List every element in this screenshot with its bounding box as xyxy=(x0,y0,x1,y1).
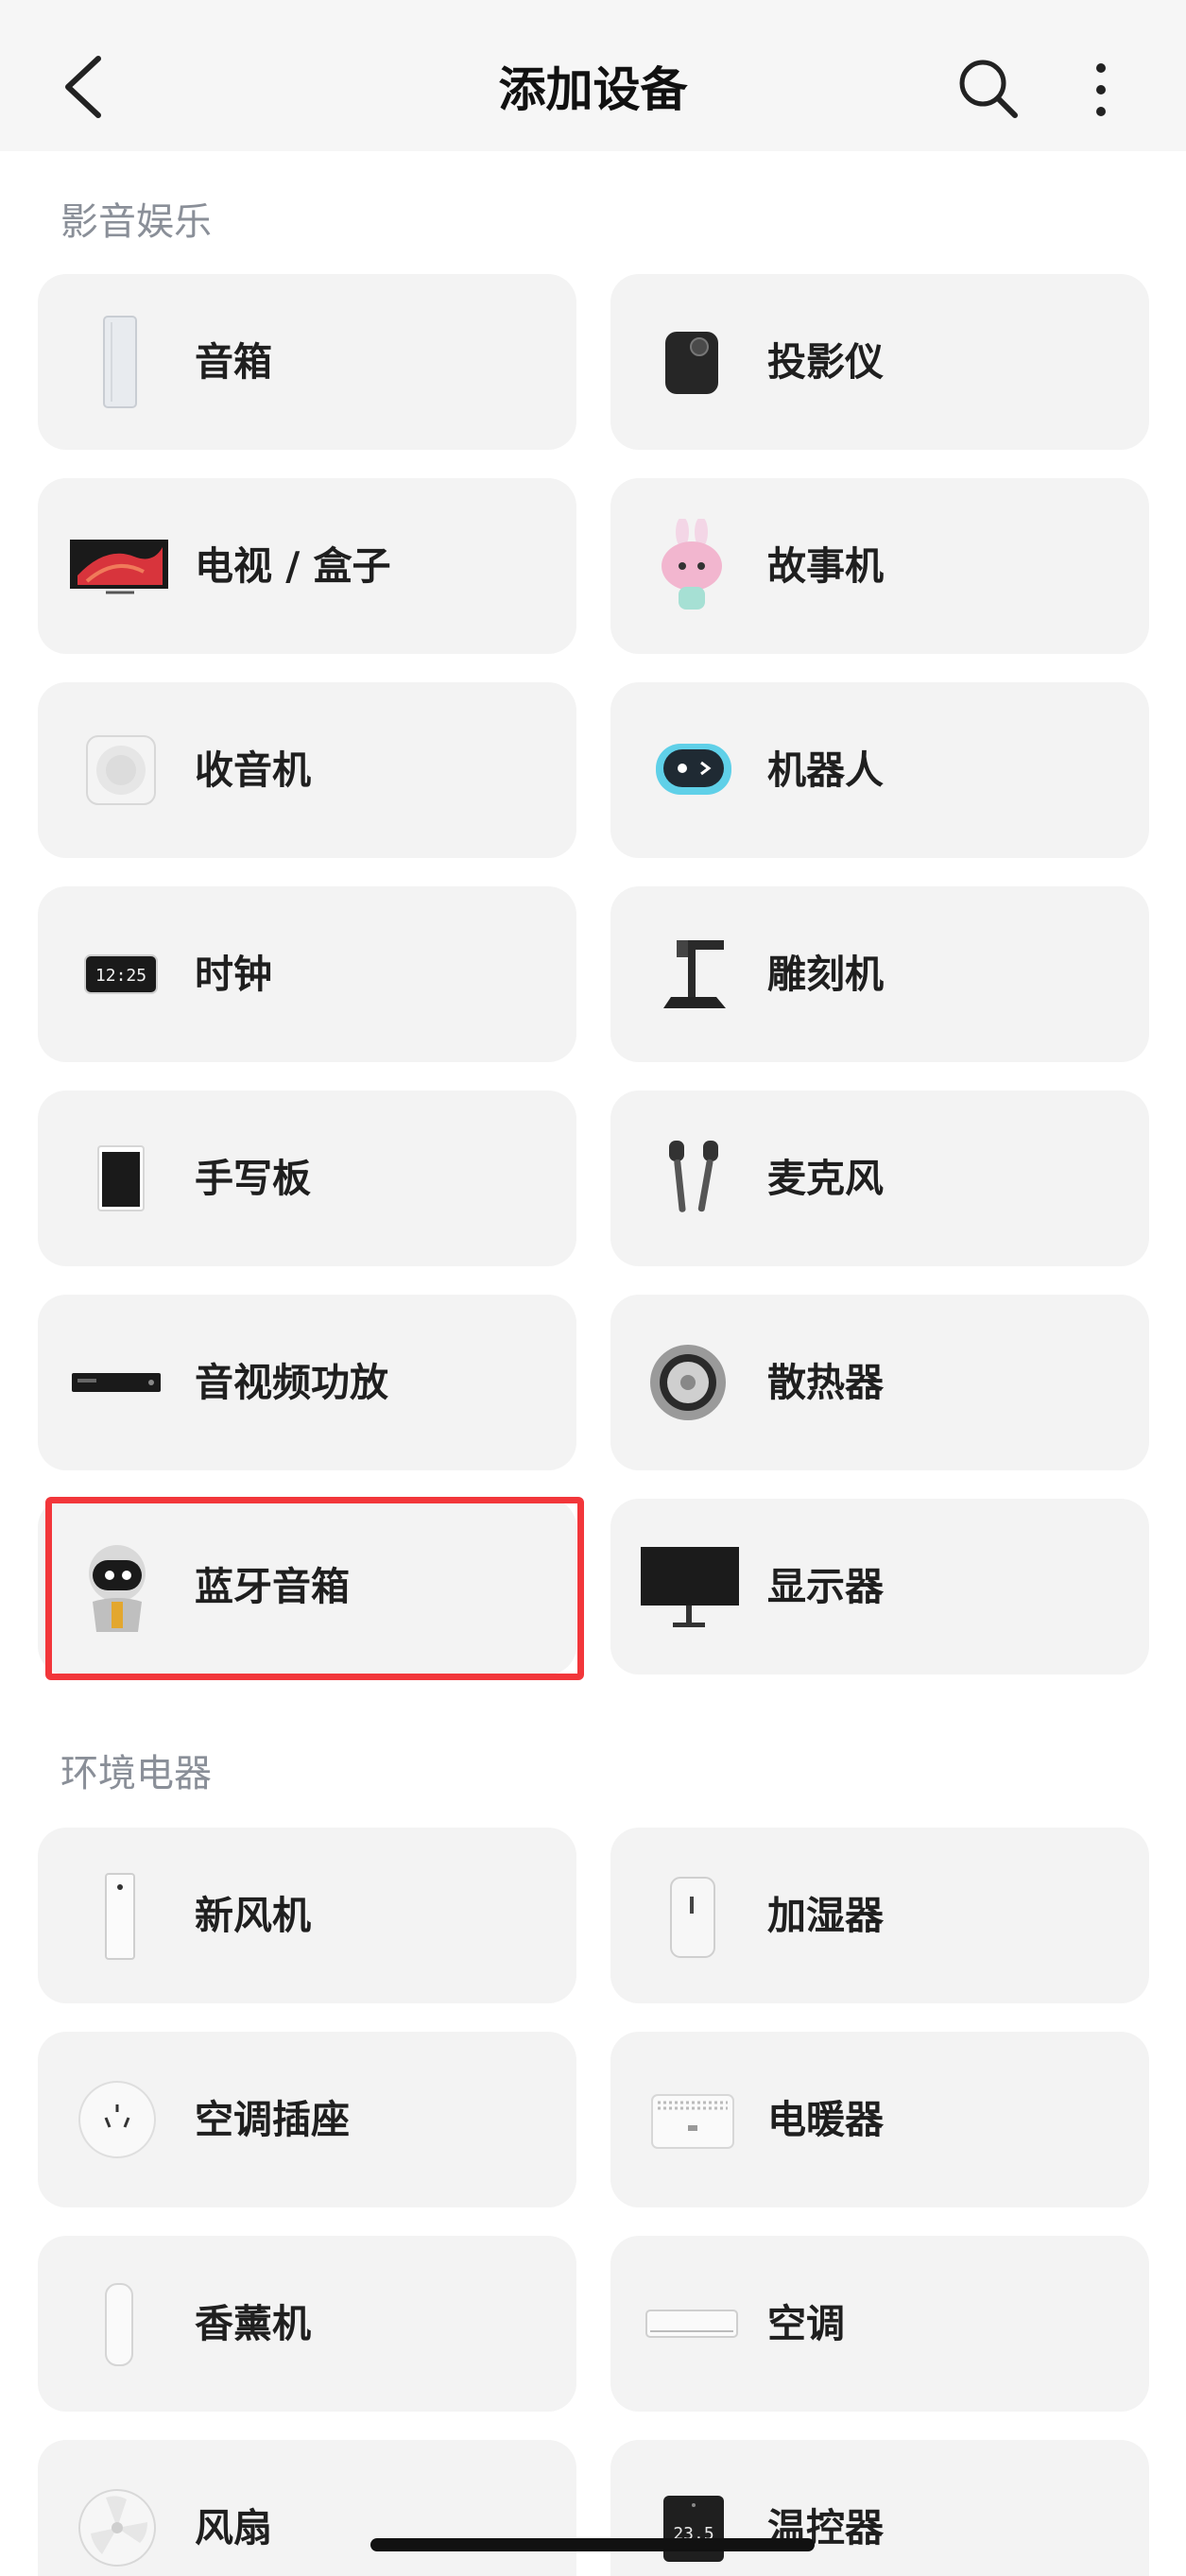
robot-icon xyxy=(656,744,731,795)
device-card-clock[interactable]: 12:25 时钟 xyxy=(38,886,576,1062)
humidifier-icon xyxy=(670,1877,715,1958)
device-card-projector[interactable]: 投影仪 xyxy=(610,274,1149,450)
device-card-heater[interactable]: 电暖器 xyxy=(610,2032,1149,2207)
microphone-icon xyxy=(669,1141,718,1212)
device-label: 音视频功放 xyxy=(195,1360,388,1405)
device-card-thermostat[interactable]: 23.5 温控器 xyxy=(610,2440,1149,2576)
section-title-environment-appliances: 环境电器 xyxy=(60,1752,212,1795)
device-label: 显示器 xyxy=(767,1564,884,1609)
fresh-air-icon xyxy=(105,1873,135,1960)
writing-tablet-icon xyxy=(97,1145,145,1211)
device-card-tv[interactable]: 电视 / 盒子 xyxy=(38,478,576,654)
device-label: 时钟 xyxy=(195,952,272,997)
device-label: 空调插座 xyxy=(195,2097,350,2142)
device-label: 电视 / 盒子 xyxy=(195,543,391,589)
device-label: 音箱 xyxy=(195,339,272,385)
device-label: 手写板 xyxy=(195,1156,311,1201)
clock-icon: 12:25 xyxy=(84,954,158,994)
device-card-humidifier[interactable]: 加湿器 xyxy=(610,1828,1149,2003)
device-card-radio[interactable]: 收音机 xyxy=(38,682,576,858)
device-card-fan[interactable]: 风扇 xyxy=(38,2440,576,2576)
more-options-icon[interactable] xyxy=(1077,57,1125,123)
fan-icon xyxy=(78,2489,156,2567)
device-card-monitor[interactable]: 显示器 xyxy=(610,1499,1149,1674)
device-label: 机器人 xyxy=(767,747,884,793)
device-card-microphone[interactable]: 麦克风 xyxy=(610,1091,1149,1266)
device-card-robot[interactable]: 机器人 xyxy=(610,682,1149,858)
device-label: 散热器 xyxy=(767,1360,884,1405)
device-card-air-conditioner[interactable]: 空调 xyxy=(610,2236,1149,2412)
projector-icon xyxy=(665,332,718,394)
device-card-ac-socket[interactable]: 空调插座 xyxy=(38,2032,576,2207)
device-card-engraver[interactable]: 雕刻机 xyxy=(610,886,1149,1062)
device-card-cooler[interactable]: 散热器 xyxy=(610,1295,1149,1470)
device-card-writing-tablet[interactable]: 手写板 xyxy=(38,1091,576,1266)
clock-display-text: 12:25 xyxy=(95,966,146,986)
device-category-list[interactable]: 影音娱乐 音箱 投影仪 电视 / 盒子 故事机 收音机 机器人 12:25 时钟… xyxy=(0,151,1186,2576)
tv-icon xyxy=(70,540,168,594)
heater-icon xyxy=(651,2094,734,2149)
device-card-fresh-air[interactable]: 新风机 xyxy=(38,1828,576,2003)
story-machine-icon xyxy=(662,519,722,610)
device-label: 风扇 xyxy=(195,2505,272,2550)
section-title-av-entertainment: 影音娱乐 xyxy=(60,200,212,244)
device-label: 收音机 xyxy=(195,747,311,793)
engraver-icon xyxy=(663,940,726,1008)
monitor-icon xyxy=(641,1547,739,1627)
amplifier-icon xyxy=(72,1373,161,1392)
speaker-icon xyxy=(103,316,137,408)
device-card-speaker[interactable]: 音箱 xyxy=(38,274,576,450)
device-card-story-machine[interactable]: 故事机 xyxy=(610,478,1149,654)
device-label: 故事机 xyxy=(767,543,884,589)
device-label: 温控器 xyxy=(767,2505,884,2550)
device-label: 雕刻机 xyxy=(767,952,884,997)
device-label: 麦克风 xyxy=(767,1156,884,1201)
highlight-box xyxy=(45,1497,584,1680)
device-card-aroma-diffuser[interactable]: 香薰机 xyxy=(38,2236,576,2412)
app-header: 添加设备 xyxy=(0,0,1186,151)
device-label: 投影仪 xyxy=(767,339,884,385)
device-label: 香薰机 xyxy=(195,2301,311,2346)
radio-icon xyxy=(86,735,156,805)
air-conditioner-icon xyxy=(645,2310,738,2338)
device-label: 电暖器 xyxy=(767,2097,884,2142)
thermostat-icon: 23.5 xyxy=(663,2496,724,2562)
device-label: 空调 xyxy=(767,2301,845,2346)
ac-socket-icon xyxy=(78,2081,156,2158)
device-label: 新风机 xyxy=(195,1893,311,1938)
aroma-diffuser-icon xyxy=(105,2283,133,2366)
search-icon[interactable] xyxy=(954,55,1021,121)
device-label: 加湿器 xyxy=(767,1893,884,1938)
device-card-amplifier[interactable]: 音视频功放 xyxy=(38,1295,576,1470)
cooler-icon xyxy=(650,1345,726,1420)
home-indicator[interactable] xyxy=(370,2538,815,2551)
